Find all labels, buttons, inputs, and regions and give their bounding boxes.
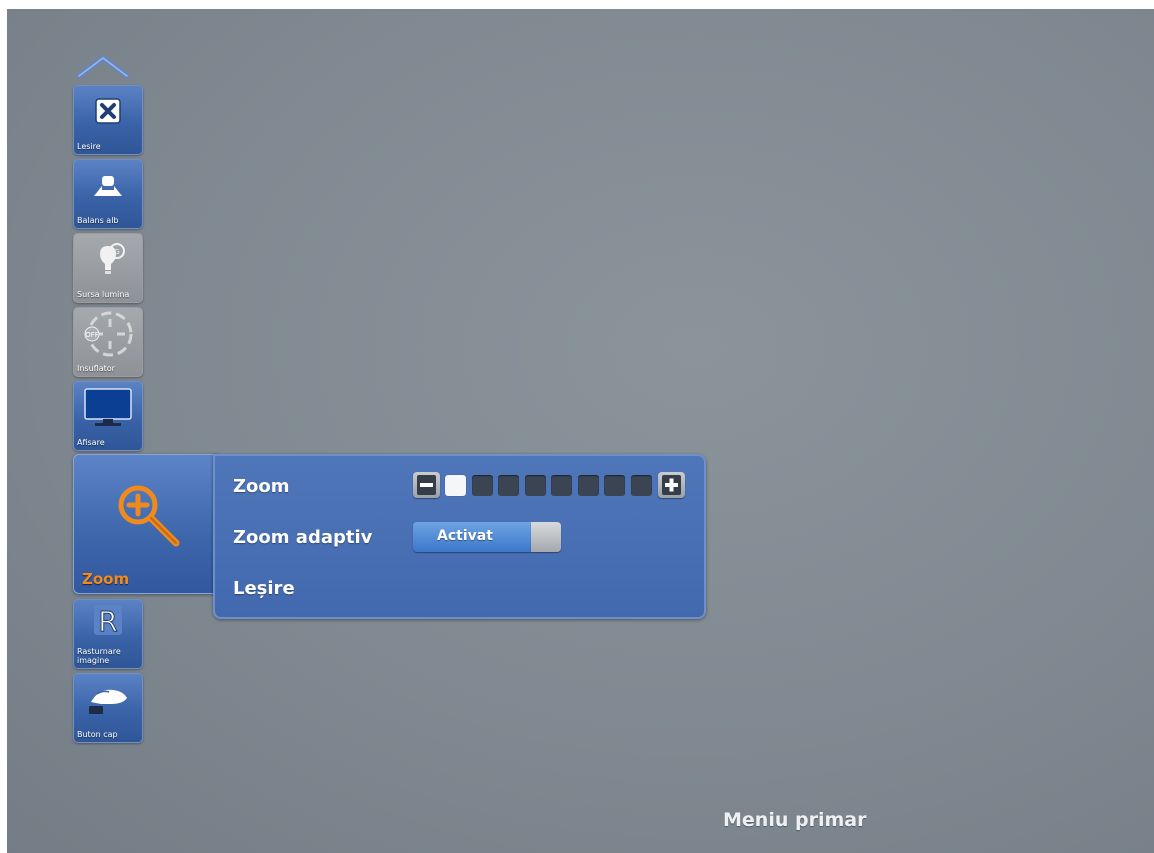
zoom-options-panel: Zoom Zoom adaptiv Activat Leșire [213, 454, 706, 619]
zoom-level-segment [577, 475, 599, 496]
zoom-adaptive-label: Zoom adaptiv [233, 527, 373, 548]
zoom-label: Zoom [233, 476, 290, 497]
exit-menu-item[interactable]: Leșire [233, 578, 295, 599]
zoom-level-segment [471, 475, 493, 496]
toggle-knob[interactable] [531, 522, 561, 552]
sidebar-item-label: Insuflator [77, 364, 115, 373]
zoom-increase-button[interactable] [658, 472, 685, 498]
zoom-level-segment [445, 475, 466, 496]
minus-icon [417, 475, 436, 495]
zoom-level-stepper[interactable] [413, 472, 693, 502]
sidebar-item-exit[interactable]: Lesire [73, 85, 143, 155]
screen: Lesire Balans alb G Sursa lumina OFF Ins… [7, 9, 1154, 853]
insufflator-icon: OFF [84, 311, 133, 357]
toggle-track: Activat [413, 522, 531, 552]
zoom-level-segment [524, 475, 546, 496]
sidebar-item-label: Sursa lumina [77, 290, 130, 299]
sidebar-item-label: Balans alb [77, 216, 119, 225]
svg-text:OFF: OFF [85, 331, 99, 339]
hand-button-icon [89, 689, 127, 714]
sidebar-item-light-source[interactable]: G Sursa lumina [73, 233, 143, 303]
sidebar-item-label: Rasturnare imagine [77, 647, 121, 665]
zoom-level-segment [498, 475, 519, 496]
svg-text:G: G [114, 248, 119, 256]
plus-icon [662, 475, 681, 495]
zoom-level-segment [604, 475, 625, 496]
chevron-up-icon[interactable] [77, 54, 129, 80]
close-x-icon [95, 98, 121, 124]
sidebar-item-white-balance[interactable]: Balans alb [73, 159, 143, 229]
sidebar-item-label: Buton cap [77, 730, 118, 739]
zoom-level-segment [630, 475, 652, 496]
white-balance-icon [94, 176, 122, 196]
magnifier-plus-icon [118, 485, 180, 547]
menu-title: Meniu primar [723, 809, 867, 831]
toggle-state-text: Activat [437, 528, 493, 544]
zoom-adaptive-toggle[interactable]: Activat [413, 522, 563, 552]
sidebar-item-flip-image[interactable]: R Rasturnare imagine [73, 599, 143, 669]
r-letter-icon: R [94, 605, 122, 637]
svg-text:R: R [98, 605, 117, 637]
sidebar-item-label: Afisare [77, 438, 105, 447]
zoom-level-segment [551, 475, 572, 496]
sidebar-item-display[interactable]: Afisare [73, 381, 143, 451]
light-source-icon: G [100, 243, 125, 274]
sidebar-item-label: Zoom [82, 570, 130, 588]
monitor-icon [84, 388, 132, 426]
sidebar-item-label: Lesire [77, 142, 101, 151]
sidebar-item-zoom[interactable]: Zoom [73, 454, 219, 594]
sidebar-item-insufflator[interactable]: OFF Insuflator [73, 307, 143, 377]
zoom-decrease-button[interactable] [413, 472, 440, 498]
sidebar-item-head-button[interactable]: Buton cap [73, 673, 143, 743]
